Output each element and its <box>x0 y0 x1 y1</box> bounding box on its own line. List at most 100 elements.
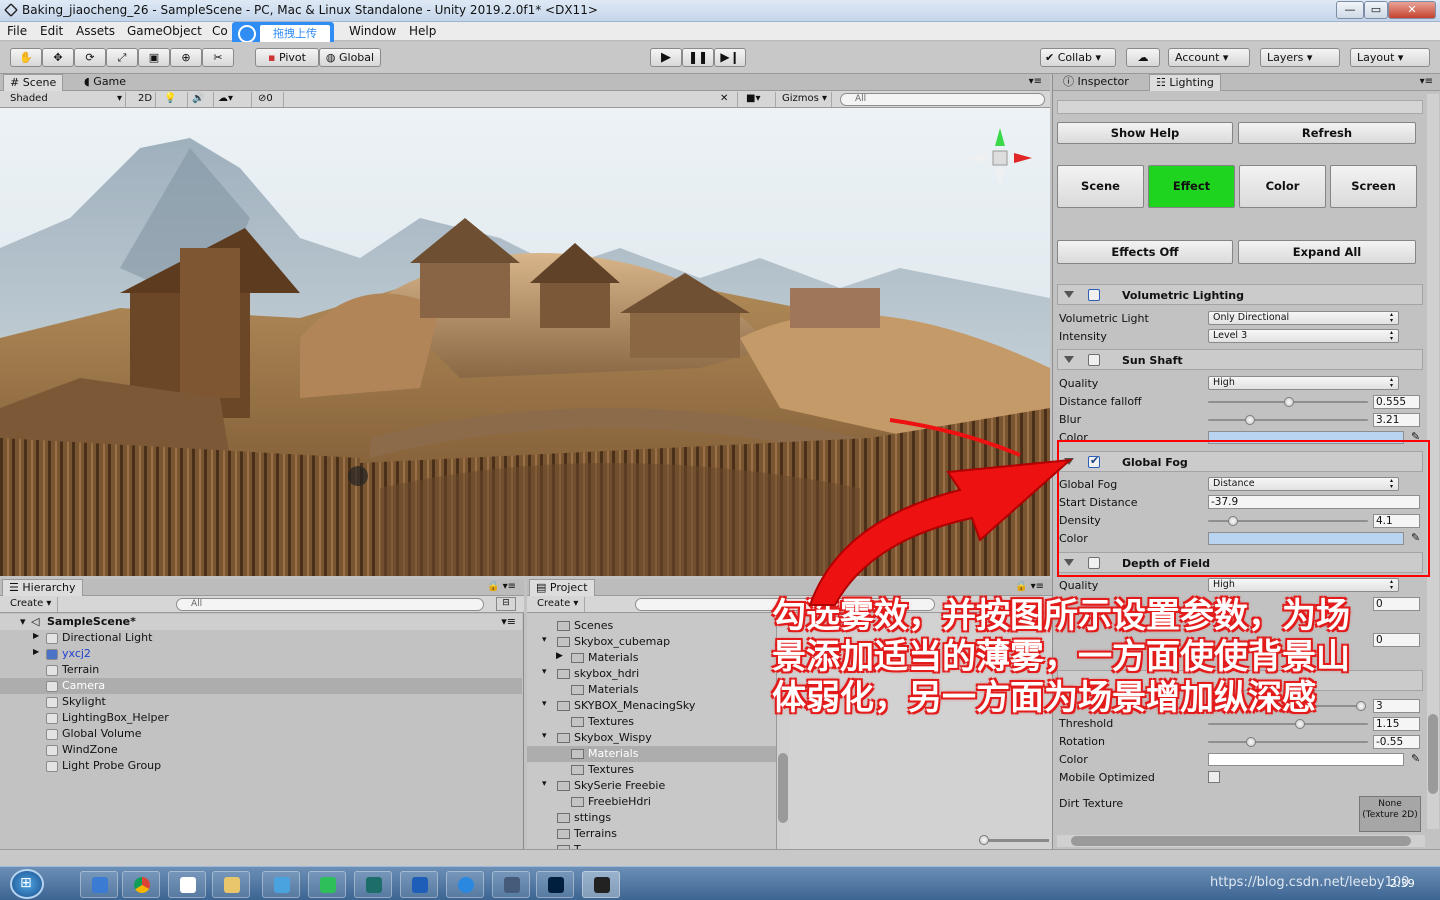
scene-tab-button[interactable]: Scene <box>1057 165 1144 208</box>
layers-dropdown[interactable]: Layers ▾ <box>1260 48 1340 67</box>
expand-icon[interactable]: ▶ <box>556 651 563 661</box>
scene-row[interactable]: ▾ ◁ SampleScene* ▾≡ <box>0 614 522 630</box>
expand-icon[interactable]: ▶ <box>33 631 39 640</box>
camera-icon[interactable]: ■▾ <box>742 92 776 107</box>
threshold-slider[interactable] <box>1208 719 1368 729</box>
volumetric-section-header[interactable]: Volumetric Lighting <box>1057 284 1423 305</box>
taskbar-app-5[interactable] <box>446 871 484 898</box>
taskbar-explorer[interactable] <box>212 871 250 898</box>
slider-knob[interactable] <box>1295 719 1305 729</box>
scroll-thumb[interactable] <box>778 753 788 823</box>
tab-scene[interactable]: # Scene <box>3 74 64 91</box>
refresh-button[interactable]: Refresh <box>1238 122 1416 144</box>
hierarchy-item[interactable]: Terrain <box>0 662 522 678</box>
hierarchy-item[interactable]: LightingBox_Helper <box>0 710 522 726</box>
expand-icon[interactable]: ▾ <box>542 699 547 709</box>
expand-icon[interactable]: ▾ <box>542 779 547 789</box>
project-folder-item[interactable]: ▶ Materials <box>527 650 776 666</box>
eyedropper-icon[interactable]: ✎ <box>1411 752 1425 766</box>
slider-knob[interactable] <box>979 835 989 845</box>
effects-off-button[interactable]: Effects Off <box>1057 240 1233 264</box>
sun-shaft-section-header[interactable]: Sun Shaft <box>1057 349 1423 370</box>
scene-menu-icon[interactable]: ▾≡ <box>501 615 516 628</box>
project-folder-item[interactable]: ▾ Skybox_cubemap <box>527 634 776 650</box>
hierarchy-item[interactable]: Light Probe Group <box>0 758 522 774</box>
menu-file[interactable]: File <box>7 24 27 38</box>
tab-menu-icon[interactable]: ▾≡ <box>1029 76 1042 87</box>
play-button[interactable]: ▶ <box>650 48 682 67</box>
volumetric-checkbox[interactable] <box>1088 289 1100 301</box>
hierarchy-item[interactable]: ▶ yxcj2 <box>0 646 522 662</box>
menu-assets[interactable]: Assets <box>76 24 115 38</box>
effects-toggle-icon[interactable]: ☁▾ <box>214 92 252 107</box>
taskbar-app-6[interactable] <box>492 871 530 898</box>
lighting-toggle-icon[interactable]: 💡 <box>160 92 188 107</box>
expand-all-button[interactable]: Expand All <box>1238 240 1416 264</box>
dof-quality-dropdown[interactable]: High <box>1208 578 1399 592</box>
intensity-dropdown[interactable]: Level 3 <box>1208 329 1399 343</box>
scale-tool-button[interactable]: ⤢ <box>106 48 138 67</box>
color-tab-button[interactable]: Color <box>1239 165 1326 208</box>
taskbar-photoshop[interactable] <box>536 871 574 898</box>
expand-icon[interactable]: ▾ <box>542 731 547 741</box>
effect-tab-button[interactable]: Effect <box>1148 165 1235 208</box>
scene-search-input[interactable]: All <box>840 93 1045 106</box>
tab-inspector[interactable]: ⓘ Inspector <box>1057 74 1135 91</box>
menu-gameobject[interactable]: GameObject <box>127 24 202 38</box>
project-folder-item[interactable]: Materials <box>527 746 776 762</box>
hierarchy-item[interactable]: Skylight <box>0 694 522 710</box>
project-folder-item[interactable]: Scenes <box>527 618 776 634</box>
tab-project[interactable]: ▤ Project <box>529 579 595 596</box>
inspector-hscrollbar[interactable] <box>1057 835 1425 847</box>
hierarchy-search-input[interactable]: All <box>176 598 484 611</box>
tools-icon[interactable]: ✕ <box>716 92 738 107</box>
pause-button[interactable]: ❚❚ <box>682 48 714 67</box>
project-folder-item[interactable]: ▾ SKYBOX_MenacingSky <box>527 698 776 714</box>
threshold-field[interactable]: 1.15 <box>1373 717 1420 731</box>
taskbar-app-2[interactable] <box>308 871 346 898</box>
bloom-color-field[interactable] <box>1208 753 1404 766</box>
rect-tool-button[interactable]: ▣ <box>138 48 170 67</box>
custom-tool-button[interactable]: ✂ <box>202 48 234 67</box>
screen-tab-button[interactable]: Screen <box>1330 165 1417 208</box>
tab-lighting[interactable]: ☷ Lighting <box>1149 74 1221 91</box>
slider-knob[interactable] <box>1284 397 1294 407</box>
account-dropdown[interactable]: Account ▾ <box>1168 48 1250 67</box>
hierarchy-create-dropdown[interactable]: Create ▾ <box>6 597 58 612</box>
project-create-dropdown[interactable]: Create ▾ <box>533 597 585 612</box>
project-folder-item[interactable]: ▾ Skybox_Wispy <box>527 730 776 746</box>
foldout-icon[interactable] <box>1064 291 1074 298</box>
blur-slider[interactable] <box>1208 415 1368 425</box>
layout-dropdown[interactable]: Layout ▾ <box>1350 48 1430 67</box>
hierarchy-item[interactable]: Global Volume <box>0 726 522 742</box>
hierarchy-item[interactable]: WindZone <box>0 742 522 758</box>
taskbar-ie[interactable] <box>80 871 118 898</box>
project-folder-item[interactable]: Textures <box>527 762 776 778</box>
taskbar-app-1[interactable] <box>262 871 300 898</box>
project-folder-item[interactable]: T... <box>527 842 776 849</box>
sun-quality-dropdown[interactable]: High <box>1208 376 1399 390</box>
menu-edit[interactable]: Edit <box>40 24 63 38</box>
hscroll-thumb[interactable] <box>1071 836 1411 846</box>
rotation-field[interactable]: -0.55 <box>1373 735 1420 749</box>
taskbar-unity[interactable] <box>582 871 620 898</box>
move-tool-button[interactable]: ✥ <box>42 48 74 67</box>
slider-knob[interactable] <box>1246 737 1256 747</box>
zoom-slider[interactable] <box>979 835 1049 845</box>
distance-falloff-field[interactable]: 0.555 <box>1373 395 1420 409</box>
scroll-thumb[interactable] <box>1428 714 1438 794</box>
audio-toggle-icon[interactable]: 🔊 <box>188 92 214 107</box>
project-folder-item[interactable]: FreebieHdri <box>527 794 776 810</box>
project-folder-item[interactable]: Textures <box>527 714 776 730</box>
taskbar-app-4[interactable] <box>400 871 438 898</box>
toggle-2d[interactable]: 2D <box>134 92 156 107</box>
lock-icon[interactable]: 🔒 ▾≡ <box>487 581 516 592</box>
dirt-texture-slot[interactable]: None (Texture 2D) <box>1359 796 1421 832</box>
shading-dropdown[interactable]: Shaded ▾ <box>6 92 126 107</box>
menu-component[interactable]: Co <box>212 24 228 38</box>
hidden-objects-toggle[interactable]: ⊘0 <box>254 92 284 107</box>
filter-icon[interactable]: ⊟ <box>496 597 516 611</box>
global-toggle[interactable]: ◍ Global <box>319 48 381 67</box>
project-folder-item[interactable]: ▾ skybox_hdri <box>527 666 776 682</box>
transform-tool-button[interactable]: ⊕ <box>170 48 202 67</box>
